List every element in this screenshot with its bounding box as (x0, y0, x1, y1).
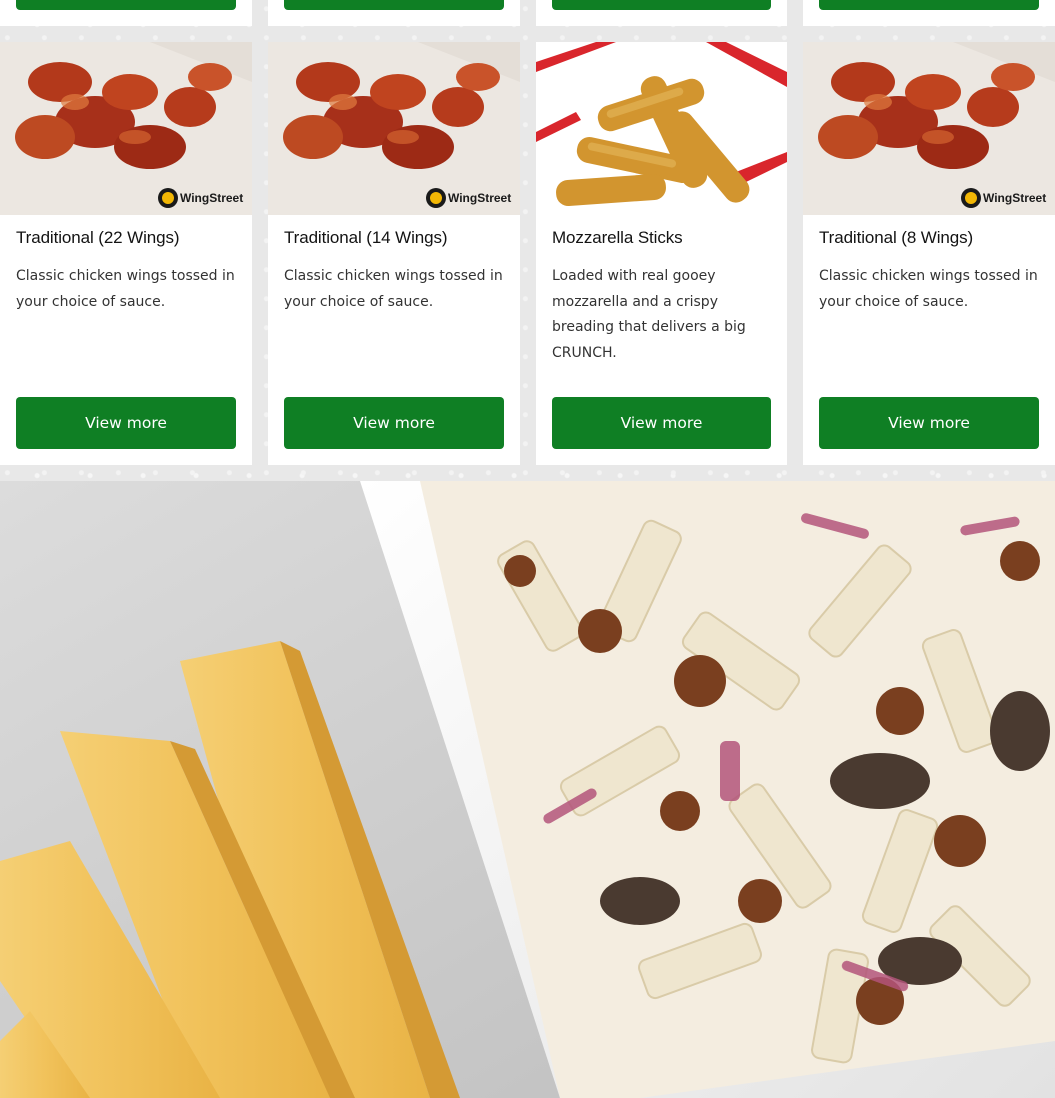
product-card-partial (0, 0, 252, 26)
view-more-button-partial[interactable] (819, 0, 1039, 10)
view-more-button-partial[interactable] (16, 0, 236, 10)
svg-text:WingStreet: WingStreet (180, 191, 243, 205)
product-card: WingStreet Traditional (8 Wings) Classic… (803, 42, 1055, 465)
mozzarella-sticks-image[interactable] (536, 42, 787, 215)
wingstreet-logo: WingStreet (158, 188, 243, 208)
product-card: WingStreet Traditional (22 Wings) Classi… (0, 42, 252, 465)
view-more-button[interactable]: View more (284, 397, 504, 449)
view-more-button-partial[interactable] (284, 0, 504, 10)
wingstreet-logo: WingStreet (961, 188, 1046, 208)
product-description: Loaded with real gooey mozzarella and a … (552, 268, 746, 361)
product-title: Mozzarella Sticks (552, 228, 683, 247)
wingstreet-logo: WingStreet (426, 188, 511, 208)
product-card: WingStreet Traditional (14 Wings) Classi… (268, 42, 520, 465)
product-title: Traditional (22 Wings) (16, 228, 180, 247)
product-card-partial (803, 0, 1055, 26)
product-card-partial (536, 0, 787, 26)
view-more-button-partial[interactable] (552, 0, 771, 10)
product-card: Mozzarella Sticks Loaded with real gooey… (536, 42, 787, 465)
product-title: Traditional (8 Wings) (819, 228, 974, 247)
view-more-button[interactable]: View more (552, 397, 771, 449)
wings-image[interactable]: WingStreet (803, 42, 1055, 215)
product-description: Classic chicken wings tossed in your cho… (284, 268, 503, 310)
svg-text:WingStreet: WingStreet (448, 191, 511, 205)
product-description: Classic chicken wings tossed in your cho… (16, 268, 235, 310)
wings-image[interactable]: WingStreet (0, 42, 252, 215)
svg-text:WingStreet: WingStreet (983, 191, 1046, 205)
view-more-button[interactable]: View more (16, 397, 236, 449)
product-description: Classic chicken wings tossed in your cho… (819, 268, 1038, 310)
view-more-button[interactable]: View more (819, 397, 1039, 449)
pasta-breadsticks-hero-image[interactable] (0, 481, 1055, 1098)
product-card-partial (268, 0, 520, 26)
product-title: Traditional (14 Wings) (284, 228, 448, 247)
menu-page: WingStreet Traditional (22 Wings) Classi… (0, 0, 1055, 1098)
wings-image[interactable]: WingStreet (268, 42, 520, 215)
